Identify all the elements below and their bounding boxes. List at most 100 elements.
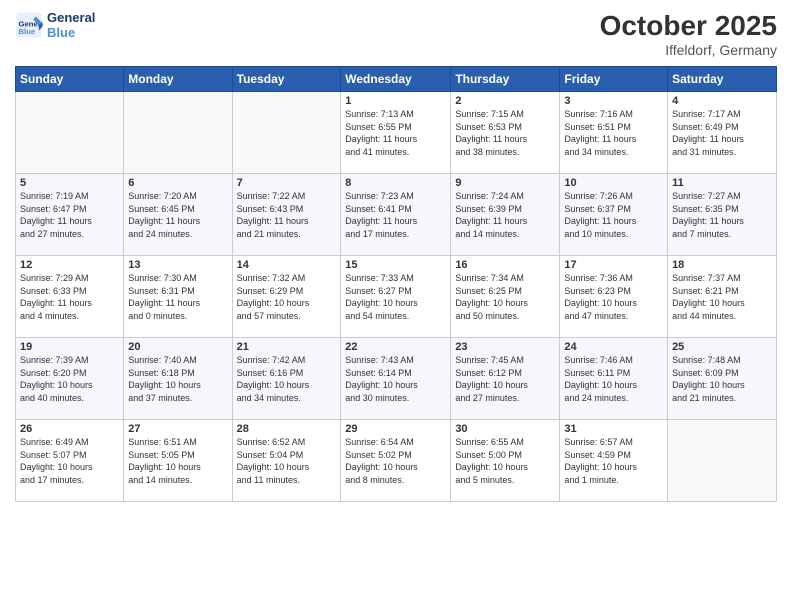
calendar-cell: 6Sunrise: 7:20 AM Sunset: 6:45 PM Daylig… bbox=[124, 174, 232, 256]
calendar-cell: 28Sunrise: 6:52 AM Sunset: 5:04 PM Dayli… bbox=[232, 420, 341, 502]
day-header-saturday: Saturday bbox=[668, 67, 777, 92]
day-info: Sunrise: 7:16 AM Sunset: 6:51 PM Dayligh… bbox=[564, 108, 663, 158]
day-info: Sunrise: 7:19 AM Sunset: 6:47 PM Dayligh… bbox=[20, 190, 119, 240]
calendar-cell bbox=[16, 92, 124, 174]
day-info: Sunrise: 7:23 AM Sunset: 6:41 PM Dayligh… bbox=[345, 190, 446, 240]
day-info: Sunrise: 7:24 AM Sunset: 6:39 PM Dayligh… bbox=[455, 190, 555, 240]
day-number: 10 bbox=[564, 177, 663, 189]
calendar-cell: 1Sunrise: 7:13 AM Sunset: 6:55 PM Daylig… bbox=[341, 92, 451, 174]
day-header-wednesday: Wednesday bbox=[341, 67, 451, 92]
day-info: Sunrise: 7:40 AM Sunset: 6:18 PM Dayligh… bbox=[128, 354, 227, 404]
day-number: 4 bbox=[672, 95, 772, 107]
calendar-cell: 9Sunrise: 7:24 AM Sunset: 6:39 PM Daylig… bbox=[451, 174, 560, 256]
calendar-table: SundayMondayTuesdayWednesdayThursdayFrid… bbox=[15, 66, 777, 502]
day-number: 12 bbox=[20, 259, 119, 271]
calendar-cell: 7Sunrise: 7:22 AM Sunset: 6:43 PM Daylig… bbox=[232, 174, 341, 256]
day-info: Sunrise: 7:39 AM Sunset: 6:20 PM Dayligh… bbox=[20, 354, 119, 404]
day-info: Sunrise: 7:37 AM Sunset: 6:21 PM Dayligh… bbox=[672, 272, 772, 322]
day-number: 24 bbox=[564, 341, 663, 353]
day-number: 9 bbox=[455, 177, 555, 189]
day-info: Sunrise: 7:36 AM Sunset: 6:23 PM Dayligh… bbox=[564, 272, 663, 322]
day-number: 27 bbox=[128, 423, 227, 435]
calendar-cell: 22Sunrise: 7:43 AM Sunset: 6:14 PM Dayli… bbox=[341, 338, 451, 420]
calendar-cell: 25Sunrise: 7:48 AM Sunset: 6:09 PM Dayli… bbox=[668, 338, 777, 420]
day-info: Sunrise: 7:27 AM Sunset: 6:35 PM Dayligh… bbox=[672, 190, 772, 240]
day-number: 13 bbox=[128, 259, 227, 271]
day-number: 19 bbox=[20, 341, 119, 353]
day-number: 18 bbox=[672, 259, 772, 271]
logo: General Blue General Blue bbox=[15, 10, 95, 40]
calendar-cell: 2Sunrise: 7:15 AM Sunset: 6:53 PM Daylig… bbox=[451, 92, 560, 174]
day-info: Sunrise: 6:55 AM Sunset: 5:00 PM Dayligh… bbox=[455, 436, 555, 486]
page-header: General Blue General Blue October 2025 I… bbox=[15, 10, 777, 58]
logo-icon: General Blue bbox=[15, 11, 43, 39]
logo-text-blue: Blue bbox=[47, 25, 95, 40]
day-number: 20 bbox=[128, 341, 227, 353]
day-info: Sunrise: 7:13 AM Sunset: 6:55 PM Dayligh… bbox=[345, 108, 446, 158]
calendar-cell: 15Sunrise: 7:33 AM Sunset: 6:27 PM Dayli… bbox=[341, 256, 451, 338]
calendar-cell: 12Sunrise: 7:29 AM Sunset: 6:33 PM Dayli… bbox=[16, 256, 124, 338]
day-number: 29 bbox=[345, 423, 446, 435]
day-number: 3 bbox=[564, 95, 663, 107]
day-number: 14 bbox=[237, 259, 337, 271]
day-number: 2 bbox=[455, 95, 555, 107]
day-info: Sunrise: 6:54 AM Sunset: 5:02 PM Dayligh… bbox=[345, 436, 446, 486]
day-info: Sunrise: 7:42 AM Sunset: 6:16 PM Dayligh… bbox=[237, 354, 337, 404]
day-info: Sunrise: 6:52 AM Sunset: 5:04 PM Dayligh… bbox=[237, 436, 337, 486]
day-number: 1 bbox=[345, 95, 446, 107]
calendar-cell: 10Sunrise: 7:26 AM Sunset: 6:37 PM Dayli… bbox=[560, 174, 668, 256]
calendar-cell bbox=[232, 92, 341, 174]
day-number: 22 bbox=[345, 341, 446, 353]
calendar-cell: 21Sunrise: 7:42 AM Sunset: 6:16 PM Dayli… bbox=[232, 338, 341, 420]
calendar-cell: 30Sunrise: 6:55 AM Sunset: 5:00 PM Dayli… bbox=[451, 420, 560, 502]
day-info: Sunrise: 6:57 AM Sunset: 4:59 PM Dayligh… bbox=[564, 436, 663, 486]
calendar-cell bbox=[668, 420, 777, 502]
day-info: Sunrise: 6:49 AM Sunset: 5:07 PM Dayligh… bbox=[20, 436, 119, 486]
day-number: 26 bbox=[20, 423, 119, 435]
calendar-cell: 8Sunrise: 7:23 AM Sunset: 6:41 PM Daylig… bbox=[341, 174, 451, 256]
day-info: Sunrise: 7:32 AM Sunset: 6:29 PM Dayligh… bbox=[237, 272, 337, 322]
day-number: 23 bbox=[455, 341, 555, 353]
day-header-friday: Friday bbox=[560, 67, 668, 92]
day-info: Sunrise: 7:34 AM Sunset: 6:25 PM Dayligh… bbox=[455, 272, 555, 322]
day-info: Sunrise: 7:45 AM Sunset: 6:12 PM Dayligh… bbox=[455, 354, 555, 404]
day-info: Sunrise: 6:51 AM Sunset: 5:05 PM Dayligh… bbox=[128, 436, 227, 486]
day-info: Sunrise: 7:26 AM Sunset: 6:37 PM Dayligh… bbox=[564, 190, 663, 240]
day-number: 25 bbox=[672, 341, 772, 353]
calendar-cell: 29Sunrise: 6:54 AM Sunset: 5:02 PM Dayli… bbox=[341, 420, 451, 502]
location-subtitle: Iffeldorf, Germany bbox=[600, 42, 777, 58]
day-info: Sunrise: 7:48 AM Sunset: 6:09 PM Dayligh… bbox=[672, 354, 772, 404]
day-number: 6 bbox=[128, 177, 227, 189]
day-number: 28 bbox=[237, 423, 337, 435]
calendar-cell: 3Sunrise: 7:16 AM Sunset: 6:51 PM Daylig… bbox=[560, 92, 668, 174]
day-number: 16 bbox=[455, 259, 555, 271]
svg-text:Blue: Blue bbox=[19, 27, 36, 36]
calendar-cell: 18Sunrise: 7:37 AM Sunset: 6:21 PM Dayli… bbox=[668, 256, 777, 338]
day-number: 17 bbox=[564, 259, 663, 271]
calendar-cell: 20Sunrise: 7:40 AM Sunset: 6:18 PM Dayli… bbox=[124, 338, 232, 420]
calendar-cell: 13Sunrise: 7:30 AM Sunset: 6:31 PM Dayli… bbox=[124, 256, 232, 338]
day-info: Sunrise: 7:30 AM Sunset: 6:31 PM Dayligh… bbox=[128, 272, 227, 322]
calendar-cell: 5Sunrise: 7:19 AM Sunset: 6:47 PM Daylig… bbox=[16, 174, 124, 256]
day-info: Sunrise: 7:46 AM Sunset: 6:11 PM Dayligh… bbox=[564, 354, 663, 404]
day-number: 30 bbox=[455, 423, 555, 435]
day-info: Sunrise: 7:17 AM Sunset: 6:49 PM Dayligh… bbox=[672, 108, 772, 158]
day-number: 8 bbox=[345, 177, 446, 189]
day-header-sunday: Sunday bbox=[16, 67, 124, 92]
calendar-cell: 17Sunrise: 7:36 AM Sunset: 6:23 PM Dayli… bbox=[560, 256, 668, 338]
day-number: 11 bbox=[672, 177, 772, 189]
day-info: Sunrise: 7:22 AM Sunset: 6:43 PM Dayligh… bbox=[237, 190, 337, 240]
calendar-cell bbox=[124, 92, 232, 174]
calendar-cell: 4Sunrise: 7:17 AM Sunset: 6:49 PM Daylig… bbox=[668, 92, 777, 174]
calendar-cell: 23Sunrise: 7:45 AM Sunset: 6:12 PM Dayli… bbox=[451, 338, 560, 420]
day-header-monday: Monday bbox=[124, 67, 232, 92]
day-number: 31 bbox=[564, 423, 663, 435]
day-header-tuesday: Tuesday bbox=[232, 67, 341, 92]
calendar-cell: 26Sunrise: 6:49 AM Sunset: 5:07 PM Dayli… bbox=[16, 420, 124, 502]
day-info: Sunrise: 7:20 AM Sunset: 6:45 PM Dayligh… bbox=[128, 190, 227, 240]
calendar-cell: 31Sunrise: 6:57 AM Sunset: 4:59 PM Dayli… bbox=[560, 420, 668, 502]
title-block: October 2025 Iffeldorf, Germany bbox=[600, 10, 777, 58]
day-header-thursday: Thursday bbox=[451, 67, 560, 92]
calendar-cell: 24Sunrise: 7:46 AM Sunset: 6:11 PM Dayli… bbox=[560, 338, 668, 420]
calendar-cell: 27Sunrise: 6:51 AM Sunset: 5:05 PM Dayli… bbox=[124, 420, 232, 502]
